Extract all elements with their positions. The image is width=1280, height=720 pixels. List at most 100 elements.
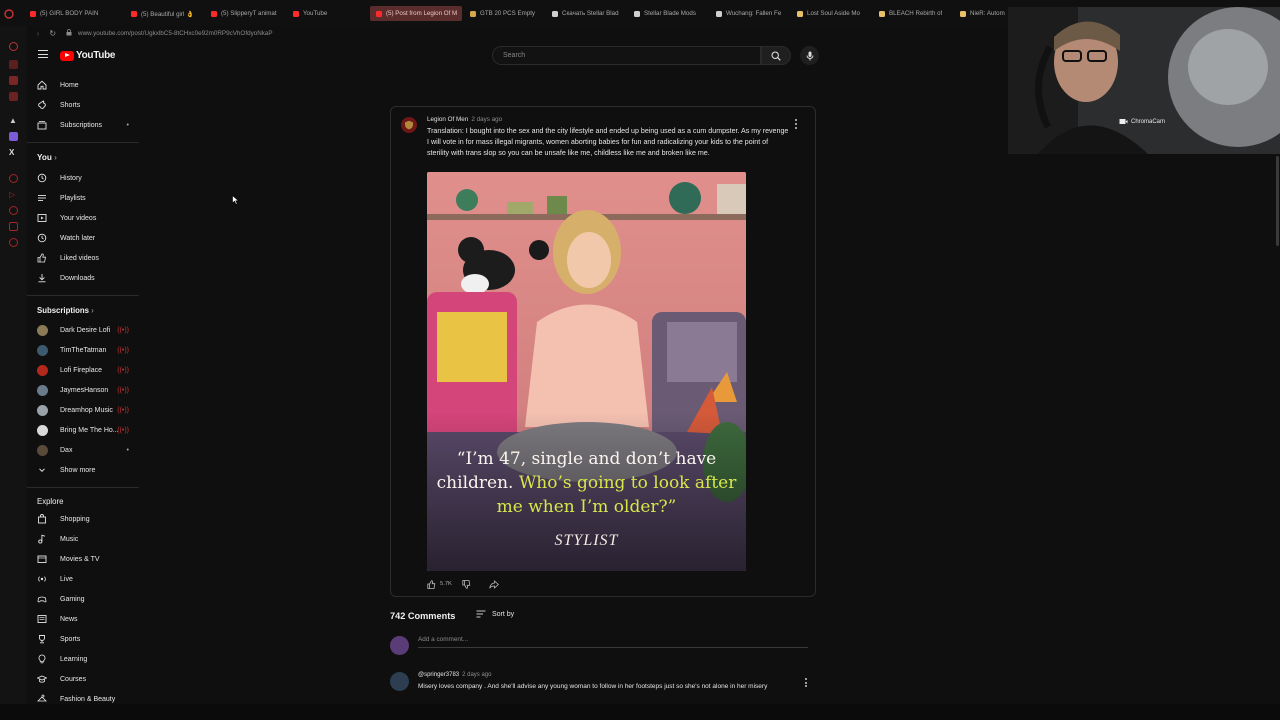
subscriptions-icon: [37, 120, 47, 130]
sidebar-sub-lofi-fireplace[interactable]: Lofi Fireplace ((•)): [27, 362, 143, 378]
sidebar-item-sports[interactable]: Sports: [27, 631, 143, 647]
sidebar-item-your-videos[interactable]: Your videos: [27, 210, 143, 226]
tab-11[interactable]: NieR: Autom: [960, 6, 1008, 21]
url-text[interactable]: www.youtube.com/post/UgkxlbC5-8tCHxc0e92…: [78, 30, 273, 37]
download-icon: [37, 273, 47, 283]
post-author-name[interactable]: Legion Of Men: [427, 116, 468, 123]
sidebar-item-learning[interactable]: Learning: [27, 651, 143, 667]
channel-avatar: [37, 364, 48, 376]
youtube-favicon-icon: [30, 10, 36, 17]
forward-icon[interactable]: ›: [37, 29, 40, 38]
tab-label: (5) GIRL BODY PAIN: [40, 10, 99, 17]
reload-icon[interactable]: ↻: [49, 29, 56, 38]
sidebar-item-label: History: [60, 174, 82, 182]
sidebar-sub-dark-desire-lofi[interactable]: Dark Desire Lofi ((•)): [27, 322, 143, 338]
sidebar-item-shopping[interactable]: Shopping: [27, 511, 143, 527]
comments-count: 742 Comments: [390, 611, 456, 621]
hamburger-menu-icon[interactable]: [38, 50, 48, 61]
sidebar-sub-timthetatman[interactable]: TimTheTatman ((•)): [27, 342, 143, 358]
sidebar-item-live[interactable]: Live: [27, 571, 143, 587]
tab-8[interactable]: Wuchang: Fallen Fe: [716, 6, 781, 21]
subscriptions-label: Subscriptions: [37, 306, 89, 315]
tab-label: Lost Soul Aside Mo: [807, 10, 860, 17]
extension-icon[interactable]: [9, 60, 18, 69]
webcam-label: ChromaCam: [1119, 118, 1165, 125]
browser-menu-icon[interactable]: [4, 6, 14, 21]
gamepad-icon: [37, 594, 47, 604]
tab-2[interactable]: (5) SlipperyT animat: [211, 6, 277, 21]
page-scrollbar[interactable]: [1276, 156, 1279, 246]
dislike-button[interactable]: [462, 579, 471, 589]
arrow-icon[interactable]: ▲: [9, 116, 18, 125]
sidebar-sub-jaymeshanson[interactable]: JaymesHanson ((•)): [27, 382, 143, 398]
sidebar-item-subscriptions[interactable]: Subscriptions •: [27, 117, 143, 133]
user-avatar: [390, 636, 409, 655]
youtube-logo[interactable]: YouTube: [60, 50, 116, 61]
new-content-dot: •: [126, 446, 129, 454]
sidebar-show-more[interactable]: Show more: [27, 462, 143, 478]
post-timestamp[interactable]: 2 days ago: [471, 116, 502, 123]
like-button[interactable]: 5.7K: [427, 579, 452, 589]
tab-label: YouTube: [303, 10, 328, 17]
opera-icon[interactable]: [9, 42, 18, 51]
sidebar-divider: [27, 487, 139, 488]
comment-more-options-icon[interactable]: [805, 678, 808, 689]
tab-4-active[interactable]: (5) Post from Legion Of M: [370, 6, 462, 21]
share-button[interactable]: [489, 579, 499, 589]
discord-icon[interactable]: [9, 132, 18, 141]
sidebar-you-header[interactable]: You ›: [37, 153, 57, 162]
new-content-dot: •: [126, 121, 129, 129]
history-icon[interactable]: [9, 174, 18, 183]
sidebar-item-shorts[interactable]: Shorts: [27, 97, 143, 113]
sidebar-divider: [27, 142, 139, 143]
sidebar-item-home[interactable]: Home: [27, 77, 143, 93]
clock-icon[interactable]: [9, 206, 18, 215]
messenger-icon[interactable]: [9, 76, 18, 85]
sidebar-sub-dreamhop-music[interactable]: Dreamhop Music ((•)): [27, 402, 143, 418]
sidebar-item-history[interactable]: History: [27, 170, 143, 186]
comment-author-name[interactable]: @springer3783: [418, 672, 459, 678]
comment-author-avatar[interactable]: [390, 672, 409, 691]
sidebar-sub-bring-me-the-horizon[interactable]: Bring Me The Ho... ((•)): [27, 422, 143, 438]
voice-search-button[interactable]: [800, 46, 819, 65]
sidebar-item-liked-videos[interactable]: Liked videos: [27, 250, 143, 266]
sidebar-item-movies-tv[interactable]: Movies & TV: [27, 551, 143, 567]
sidebar-item-news[interactable]: News: [27, 611, 143, 627]
sidebar-item-gaming[interactable]: Gaming: [27, 591, 143, 607]
sidebar-scroll-up-icon[interactable]: ▲: [139, 74, 143, 75]
sidebar-item-watch-later[interactable]: Watch later: [27, 230, 143, 246]
sidebar-sub-dax[interactable]: Dax •: [27, 442, 143, 458]
home-icon: [37, 80, 47, 90]
comment-timestamp[interactable]: 2 days ago: [462, 672, 491, 678]
x-icon[interactable]: X: [9, 148, 18, 157]
search-button[interactable]: [761, 46, 791, 65]
settings-icon[interactable]: [9, 238, 18, 247]
tab-7[interactable]: Stellar Blade Mods: [634, 6, 696, 21]
sidebar-item-label: Shorts: [60, 101, 81, 109]
sidebar-subscriptions-header[interactable]: Subscriptions ›: [37, 306, 94, 315]
sidebar-item-downloads[interactable]: Downloads: [27, 270, 143, 286]
tab-3[interactable]: YouTube: [293, 6, 327, 21]
tab-6[interactable]: Скачать Stellar Blad: [552, 6, 619, 21]
tab-5[interactable]: GTB 20 PCS Empty: [470, 6, 535, 21]
sidebar-item-label: Downloads: [60, 274, 95, 282]
send-icon[interactable]: ▷: [9, 190, 18, 199]
sidebar-item-courses[interactable]: Courses: [27, 671, 143, 687]
add-comment-input[interactable]: Add a comment...: [418, 636, 808, 648]
tab-1[interactable]: (5) Beautiful girl 👌: [131, 6, 194, 21]
post-image[interactable]: “I’m 47, single and don’t have children.…: [427, 172, 746, 571]
thumbs-down-icon: [462, 579, 471, 589]
sidebar-item-playlists[interactable]: Playlists: [27, 190, 143, 206]
box-icon[interactable]: [9, 222, 18, 231]
tab-0[interactable]: (5) GIRL BODY PAIN: [30, 6, 98, 21]
more-options-icon[interactable]: [795, 119, 798, 131]
search-input[interactable]: Search: [492, 46, 761, 65]
channel-avatar[interactable]: [401, 117, 417, 133]
instagram-icon[interactable]: [9, 92, 18, 101]
sidebar-item-fashion-beauty[interactable]: Fashion & Beauty: [27, 691, 143, 704]
tab-9[interactable]: Lost Soul Aside Mo: [797, 6, 860, 21]
sort-by-button[interactable]: Sort by: [476, 610, 514, 618]
tab-10[interactable]: BLEACH Rebirth of: [879, 6, 942, 21]
clock-icon: [37, 233, 47, 243]
sidebar-item-music[interactable]: Music: [27, 531, 143, 547]
